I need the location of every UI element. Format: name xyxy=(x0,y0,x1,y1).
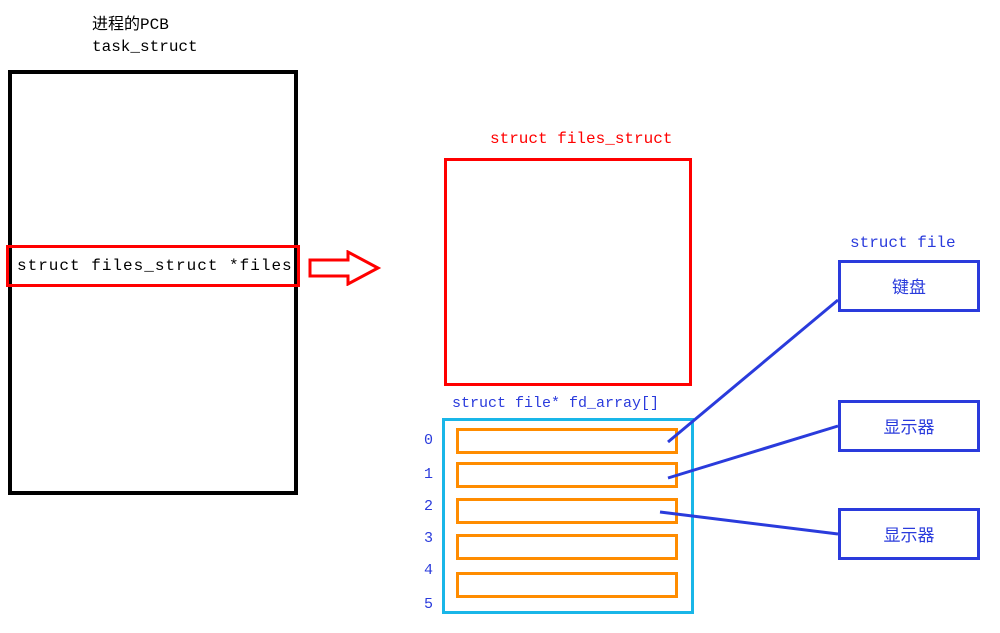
fd-slot xyxy=(456,498,678,524)
file-box-display-2: 显示器 xyxy=(838,508,980,560)
task-struct-label: task_struct xyxy=(92,38,198,56)
fd-index: 1 xyxy=(424,466,433,483)
struct-file-label: struct file xyxy=(850,234,956,252)
fd-index: 2 xyxy=(424,498,433,515)
file-label: 显示器 xyxy=(884,413,935,439)
fd-index: 3 xyxy=(424,530,433,547)
fd-index: 5 xyxy=(424,596,433,613)
file-box-keyboard: 键盘 xyxy=(838,260,980,312)
files-struct-label: struct files_struct xyxy=(490,130,672,148)
fd-index: 0 xyxy=(424,432,433,449)
files-struct-box xyxy=(444,158,692,386)
fd-slot xyxy=(456,572,678,598)
files-pointer-field: struct files_struct *files xyxy=(6,245,300,287)
fd-slot xyxy=(456,428,678,454)
file-label: 显示器 xyxy=(884,521,935,547)
file-box-display-1: 显示器 xyxy=(838,400,980,452)
file-label: 键盘 xyxy=(892,273,926,299)
pcb-title: 进程的PCB xyxy=(92,10,169,34)
fd-slot xyxy=(456,462,678,488)
fd-index: 4 xyxy=(424,562,433,579)
arrow-icon xyxy=(308,250,388,286)
fd-array-label: struct file* fd_array[] xyxy=(452,395,659,412)
fd-slot xyxy=(456,534,678,560)
files-pointer-text: struct files_struct *files xyxy=(17,257,293,275)
